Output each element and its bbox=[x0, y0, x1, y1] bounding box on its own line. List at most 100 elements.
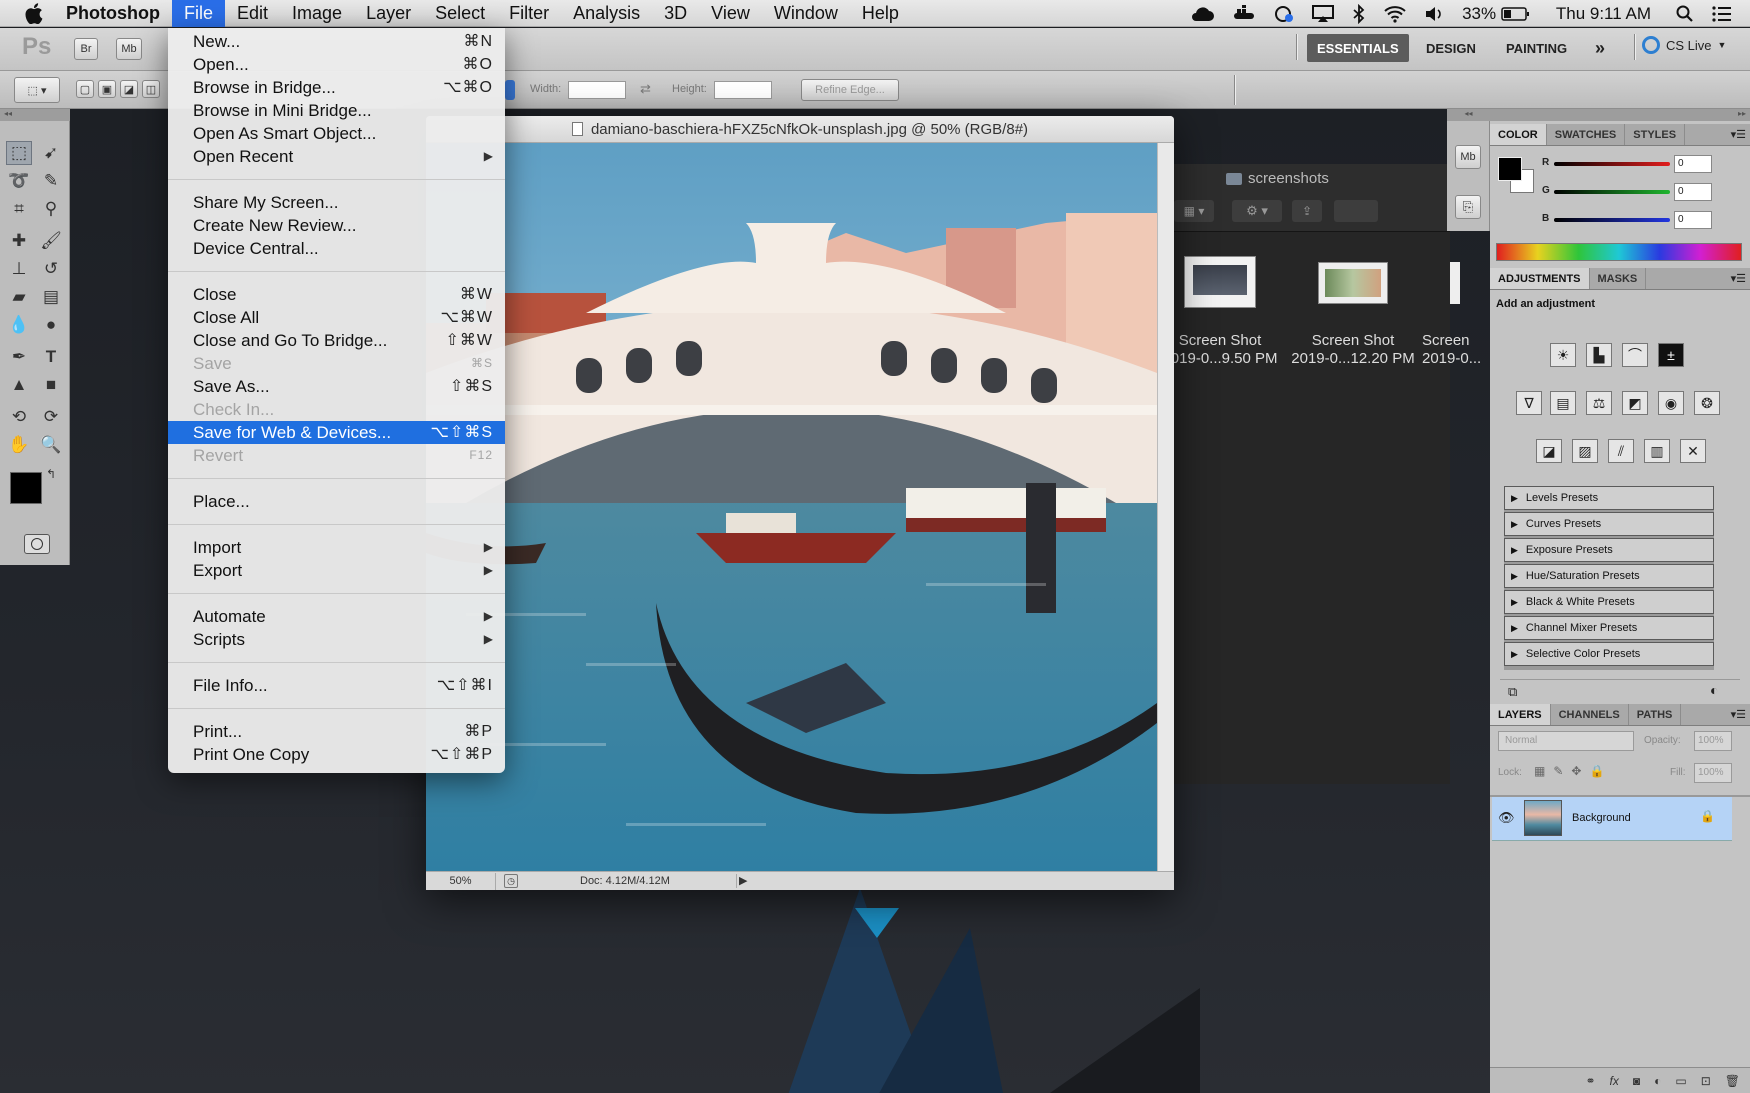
menu-analysis[interactable]: Analysis bbox=[561, 0, 652, 27]
clip-to-layer-icon[interactable]: ⧉ bbox=[1508, 684, 1517, 700]
marquee-tool-icon[interactable]: ⬚ bbox=[6, 141, 32, 165]
photo-filter-icon[interactable]: ◉ bbox=[1658, 391, 1684, 415]
tools-collapse-icon[interactable]: ◂◂ bbox=[0, 109, 70, 121]
hue-saturation-icon[interactable]: ▤ bbox=[1550, 391, 1576, 415]
menu-window[interactable]: Window bbox=[762, 0, 850, 27]
apple-icon[interactable] bbox=[22, 0, 46, 27]
refine-edge-button[interactable]: Refine Edge... bbox=[801, 79, 899, 101]
menu-photoshop[interactable]: Photoshop bbox=[54, 0, 172, 27]
menu-item-close-all[interactable]: Close All ⌥⌘W bbox=[168, 306, 505, 329]
b-slider[interactable] bbox=[1554, 218, 1670, 222]
history-panel-icon[interactable]: ⎘ bbox=[1455, 195, 1481, 219]
adjustment-layer-icon[interactable]: ◐ bbox=[1654, 1074, 1661, 1088]
menu-item-file-info[interactable]: File Info... ⌥⇧⌘I bbox=[168, 674, 505, 697]
swap-icon[interactable]: ⇄ bbox=[640, 81, 651, 97]
menu-item-close[interactable]: Close ⌘W bbox=[168, 283, 505, 306]
layer-style-icon[interactable]: fx bbox=[1610, 1074, 1619, 1088]
workspace-design[interactable]: DESIGN bbox=[1416, 34, 1486, 62]
b-value-input[interactable]: 0 bbox=[1674, 211, 1712, 229]
menu-item-place[interactable]: Place... bbox=[168, 490, 505, 513]
menu-item-print[interactable]: Print... ⌘P bbox=[168, 720, 505, 743]
opacity-input[interactable]: 100% bbox=[1694, 731, 1732, 751]
add-mask-icon[interactable]: ◙ bbox=[1633, 1074, 1640, 1088]
zoom-level[interactable]: 50% bbox=[426, 873, 496, 890]
menu-item-open-recent[interactable]: Open Recent ▶ bbox=[168, 145, 505, 168]
menu-item-scripts[interactable]: Scripts ▶ bbox=[168, 628, 505, 651]
zoom-tool-icon[interactable]: 🔍 bbox=[38, 433, 64, 457]
menu-item-save-for-web-devices[interactable]: Save for Web & Devices... ⌥⇧⌘S bbox=[168, 421, 505, 444]
width-field[interactable] bbox=[568, 81, 626, 99]
link-layers-icon[interactable]: ⚭ bbox=[1585, 1074, 1595, 1088]
menu-item-save-as[interactable]: Save As... ⇧⌘S bbox=[168, 375, 505, 398]
gradient-tool-icon[interactable]: ▤ bbox=[38, 285, 64, 309]
threshold-icon[interactable]: ⫽ bbox=[1608, 439, 1634, 463]
g-value-input[interactable]: 0 bbox=[1674, 183, 1712, 201]
lock-transparency-icon[interactable]: ▦ bbox=[1534, 764, 1545, 778]
more-workspaces-icon[interactable]: » bbox=[1585, 34, 1615, 62]
subtract-selection-icon[interactable]: ◪ bbox=[120, 80, 138, 98]
selective-color-icon[interactable]: ✕ bbox=[1680, 439, 1706, 463]
brightness-contrast-icon[interactable]: ☀ bbox=[1550, 343, 1576, 367]
style-stepper[interactable] bbox=[505, 80, 515, 100]
levels-presets-row[interactable]: ▶ Levels Presets bbox=[1504, 486, 1714, 510]
mini-bridge-panel-icon[interactable]: Mb bbox=[1455, 145, 1481, 169]
r-slider[interactable] bbox=[1554, 162, 1670, 166]
brush-tool-icon[interactable]: 🖌 bbox=[38, 229, 64, 253]
dodge-tool-icon[interactable]: ● bbox=[38, 313, 64, 337]
menu-select[interactable]: Select bbox=[423, 0, 497, 27]
eyedropper-tool-icon[interactable]: ⚲ bbox=[38, 197, 64, 221]
add-selection-icon[interactable]: ▣ bbox=[98, 80, 116, 98]
menu-item-new[interactable]: New... ⌘N bbox=[168, 30, 505, 53]
lock-all-icon[interactable]: 🔒 bbox=[1589, 764, 1604, 778]
wifi-icon[interactable] bbox=[1375, 5, 1415, 23]
blend-mode-select[interactable]: Normal bbox=[1498, 731, 1634, 751]
tag-icon[interactable] bbox=[1334, 200, 1378, 222]
tab-styles[interactable]: STYLES bbox=[1625, 124, 1686, 145]
workspace-painting[interactable]: PAINTING bbox=[1496, 34, 1577, 62]
tab-color[interactable]: COLOR bbox=[1490, 124, 1547, 145]
fill-input[interactable]: 100% bbox=[1694, 763, 1732, 783]
tab-swatches[interactable]: SWATCHES bbox=[1547, 124, 1626, 145]
r-value-input[interactable]: 0 bbox=[1674, 155, 1712, 173]
lasso-tool-icon[interactable]: ➰ bbox=[6, 169, 32, 193]
height-field[interactable] bbox=[714, 81, 772, 99]
airplay-icon[interactable] bbox=[1303, 4, 1343, 23]
menu-item-export[interactable]: Export ▶ bbox=[168, 559, 505, 582]
menu-image[interactable]: Image bbox=[280, 0, 354, 27]
menu-layer[interactable]: Layer bbox=[354, 0, 423, 27]
blur-tool-icon[interactable]: 💧 bbox=[6, 313, 32, 337]
menu-filter[interactable]: Filter bbox=[497, 0, 561, 27]
status-info-icon[interactable]: ◷ bbox=[504, 874, 518, 888]
delete-layer-icon[interactable]: 🗑 bbox=[1725, 1074, 1740, 1088]
notification-center-icon[interactable] bbox=[1703, 5, 1750, 22]
volume-icon[interactable] bbox=[1415, 5, 1453, 23]
black-white-presets-row[interactable]: ▶ Black & White Presets bbox=[1504, 590, 1714, 614]
quick-selection-tool-icon[interactable]: ✎ bbox=[38, 169, 64, 193]
document-title-bar[interactable]: damiano-baschiera-hFXZ5cNfkOk-unsplash.j… bbox=[426, 116, 1174, 143]
menu-item-close-and-go-to-bridge[interactable]: Close and Go To Bridge... ⇧⌘W bbox=[168, 329, 505, 352]
g-slider[interactable] bbox=[1554, 190, 1670, 194]
tab-masks[interactable]: MASKS bbox=[1590, 268, 1647, 289]
pen-tool-icon[interactable]: ✒ bbox=[6, 345, 32, 369]
menu-item-print-one-copy[interactable]: Print One Copy ⌥⇧⌘P bbox=[168, 743, 505, 766]
cloud-icon[interactable] bbox=[1181, 6, 1223, 22]
file-item-1[interactable]: Screen Shot 2019-0...9.50 PM bbox=[1162, 332, 1278, 368]
color-spectrum-bar[interactable] bbox=[1496, 243, 1742, 261]
view-options-button[interactable]: ▦ ▾ bbox=[1174, 200, 1214, 222]
spotlight-search-icon[interactable] bbox=[1667, 5, 1703, 23]
tab-paths[interactable]: PATHS bbox=[1629, 704, 1682, 725]
marquee-preset-picker[interactable]: ⬚ ▾ bbox=[14, 77, 60, 103]
type-tool-icon[interactable]: T bbox=[38, 345, 64, 369]
menu-file[interactable]: File bbox=[171, 0, 225, 27]
healing-brush-tool-icon[interactable]: ✚ bbox=[6, 229, 32, 253]
menu-item-automate[interactable]: Automate ▶ bbox=[168, 605, 505, 628]
menu-item-create-new-review[interactable]: Create New Review... bbox=[168, 214, 505, 237]
channel-mixer-presets-row[interactable]: ▶ Channel Mixer Presets bbox=[1504, 616, 1714, 640]
hue-saturation-presets-row[interactable]: ▶ Hue/Saturation Presets bbox=[1504, 564, 1714, 588]
selective-color-presets-row[interactable]: ▶ Selective Color Presets bbox=[1504, 642, 1714, 666]
workspace-essentials[interactable]: ESSENTIALS bbox=[1307, 34, 1409, 62]
foreground-color-swatch[interactable] bbox=[1498, 157, 1522, 181]
posterize-icon[interactable]: ▨ bbox=[1572, 439, 1598, 463]
eraser-tool-icon[interactable]: ▰ bbox=[6, 285, 32, 309]
menu-edit[interactable]: Edit bbox=[225, 0, 280, 27]
